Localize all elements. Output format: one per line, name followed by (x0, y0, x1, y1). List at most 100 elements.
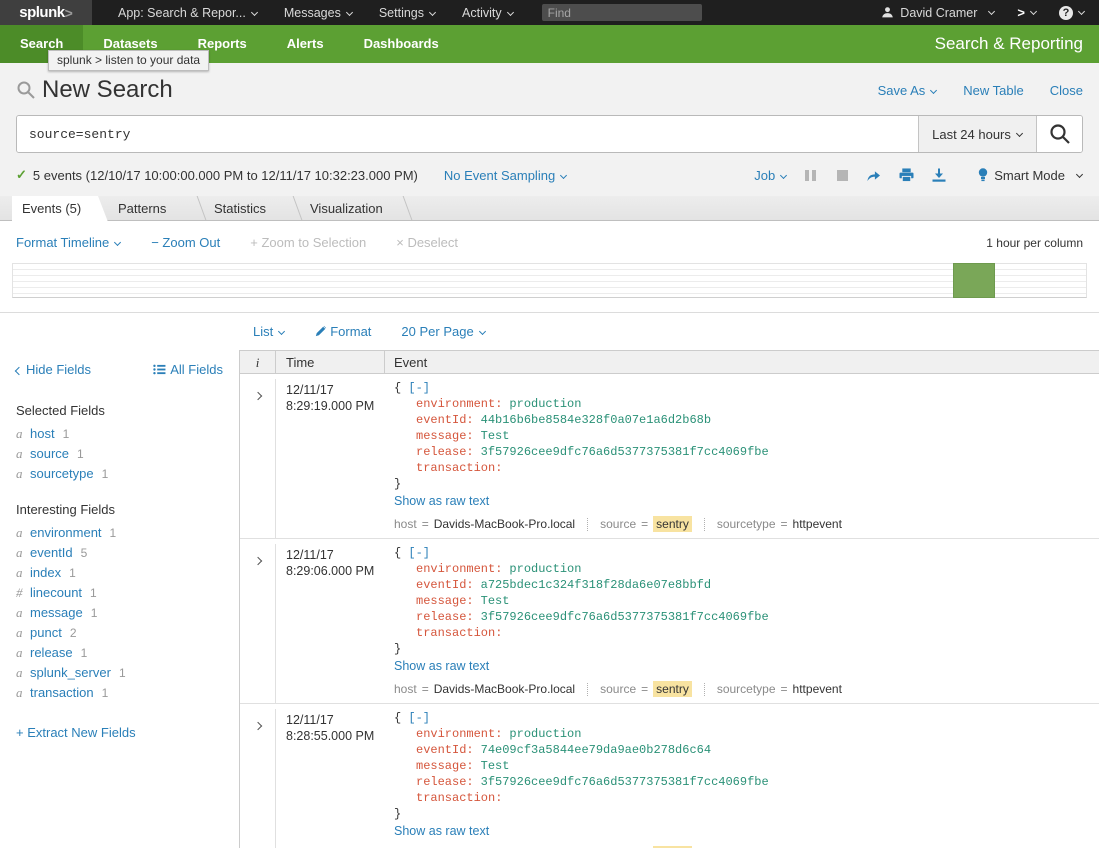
json-key[interactable]: transaction (416, 461, 495, 475)
extract-new-fields-button[interactable]: + Extract New Fields (16, 725, 136, 740)
tab-statistics[interactable]: Statistics (204, 196, 300, 220)
expand-event-button[interactable] (240, 544, 276, 703)
all-fields-button[interactable]: All Fields (153, 362, 223, 377)
show-raw-text-link[interactable]: Show as raw text (394, 659, 489, 673)
json-key[interactable]: transaction (416, 626, 495, 640)
field-linecount[interactable]: #linecount1 (16, 585, 223, 605)
tab-patterns[interactable]: Patterns (108, 196, 204, 220)
json-value[interactable]: a725bdec1c324f318f28da6e07e8bbfd (481, 578, 711, 592)
json-key[interactable]: message (416, 429, 466, 443)
host-value[interactable]: Davids-MacBook-Pro.local (434, 682, 575, 696)
save-as-button[interactable]: Save As (878, 83, 938, 98)
list-view-menu[interactable]: List (253, 324, 285, 339)
field-eventid[interactable]: aeventId5 (16, 545, 223, 565)
json-value[interactable]: 44b16b6be8584e328f0a07e1a6d2b68b (481, 413, 711, 427)
nav-alerts[interactable]: Alerts (267, 25, 344, 63)
json-value[interactable]: production (509, 562, 581, 576)
json-key[interactable]: environment (416, 727, 495, 741)
user-menu[interactable]: David Cramer (881, 6, 995, 20)
json-value[interactable]: production (509, 397, 581, 411)
json-value[interactable]: production (509, 727, 581, 741)
zoom-out-button[interactable]: − Zoom Out (151, 235, 220, 250)
json-key[interactable]: message (416, 594, 466, 608)
tab-events[interactable]: Events (5) (12, 196, 108, 222)
field-release[interactable]: arelease1 (16, 645, 223, 665)
new-table-button[interactable]: New Table (963, 83, 1023, 98)
pause-job-button[interactable] (805, 170, 819, 181)
field-sourcetype[interactable]: asourcetype1 (16, 466, 223, 486)
activity-menu[interactable]: Activity (462, 6, 514, 20)
expand-event-button[interactable] (240, 709, 276, 848)
json-value[interactable]: Test (481, 759, 510, 773)
search-query-input[interactable] (17, 116, 918, 152)
event-time[interactable]: 12/11/178:29:19.000 PM (276, 379, 385, 538)
source-value[interactable]: sentry (653, 516, 692, 532)
json-key[interactable]: eventId (416, 743, 466, 757)
json-key[interactable]: eventId (416, 413, 466, 427)
json-key[interactable]: release (416, 775, 466, 789)
sourcetype-value[interactable]: httpevent (793, 517, 842, 531)
event-selected-fields: host=Davids-MacBook-Pro.local source=sen… (394, 681, 1091, 697)
app-menu[interactable]: App: Search & Repor... (118, 6, 258, 20)
json-value[interactable]: Test (481, 429, 510, 443)
collapse-json-button[interactable]: [-] (408, 381, 430, 395)
expand-event-button[interactable] (240, 379, 276, 538)
format-timeline-menu[interactable]: Format Timeline (16, 235, 121, 250)
console-menu[interactable]: > (1017, 5, 1037, 20)
field-splunk-server[interactable]: asplunk_server1 (16, 665, 223, 685)
print-button[interactable] (899, 168, 914, 182)
event-time[interactable]: 12/11/178:29:06.000 PM (276, 544, 385, 703)
json-key[interactable]: environment (416, 397, 495, 411)
json-value[interactable]: Test (481, 594, 510, 608)
stop-job-button[interactable] (837, 170, 848, 181)
time-range-picker[interactable]: Last 24 hours (918, 116, 1036, 152)
collapse-json-button[interactable]: [-] (408, 711, 430, 725)
close-button[interactable]: Close (1050, 83, 1083, 98)
search-mode-menu[interactable]: Smart Mode (978, 168, 1083, 183)
per-page-menu[interactable]: 20 Per Page (401, 324, 485, 339)
event-time[interactable]: 12/11/178:28:55.000 PM (276, 709, 385, 848)
settings-menu[interactable]: Settings (379, 6, 436, 20)
field-index[interactable]: aindex1 (16, 565, 223, 585)
events-timeline-chart[interactable] (12, 263, 1087, 298)
field-source[interactable]: asource1 (16, 446, 223, 466)
share-job-button[interactable] (866, 169, 881, 182)
field-environment[interactable]: aenvironment1 (16, 525, 223, 545)
host-value[interactable]: Davids-MacBook-Pro.local (434, 517, 575, 531)
hide-fields-button[interactable]: Hide Fields (16, 362, 91, 377)
json-key[interactable]: release (416, 445, 466, 459)
json-key[interactable]: release (416, 610, 466, 624)
collapse-json-button[interactable]: [-] (408, 546, 430, 560)
field-message[interactable]: amessage1 (16, 605, 223, 625)
event-column-header: Event (385, 355, 1099, 370)
export-button[interactable] (932, 168, 946, 182)
json-value[interactable]: 3f57926cee9dfc76a6d5377375381f7cc4069fbe (481, 445, 769, 459)
tab-visualization[interactable]: Visualization (300, 196, 410, 220)
field-transaction[interactable]: atransaction1 (16, 685, 223, 705)
job-menu[interactable]: Job (754, 168, 787, 183)
nav-dashboards[interactable]: Dashboards (344, 25, 459, 63)
json-key[interactable]: message (416, 759, 466, 773)
json-value[interactable]: 74e09cf3a5844ee79da9ae0b278d6c64 (481, 743, 711, 757)
sourcetype-value[interactable]: httpevent (793, 682, 842, 696)
show-raw-text-link[interactable]: Show as raw text (394, 824, 489, 838)
field-host[interactable]: ahost1 (16, 426, 223, 446)
json-value[interactable]: 3f57926cee9dfc76a6d5377375381f7cc4069fbe (481, 610, 769, 624)
json-key[interactable]: transaction (416, 791, 495, 805)
help-menu[interactable]: ? (1059, 6, 1085, 20)
field-punct[interactable]: apunct2 (16, 625, 223, 645)
event-sampling-menu[interactable]: No Event Sampling (444, 168, 567, 183)
timeline-bar[interactable] (954, 264, 994, 297)
json-value[interactable]: 3f57926cee9dfc76a6d5377375381f7cc4069fbe (481, 775, 769, 789)
source-value[interactable]: sentry (653, 681, 692, 697)
chevron-down-icon (930, 86, 937, 93)
field-type-icon: a (16, 545, 30, 561)
run-search-button[interactable] (1036, 116, 1082, 152)
find-input[interactable] (542, 4, 702, 21)
format-results-button[interactable]: Format (315, 324, 371, 339)
splunk-logo[interactable]: splunk> (0, 0, 92, 25)
json-key[interactable]: eventId (416, 578, 466, 592)
messages-menu[interactable]: Messages (284, 6, 353, 20)
show-raw-text-link[interactable]: Show as raw text (394, 494, 489, 508)
json-key[interactable]: environment (416, 562, 495, 576)
